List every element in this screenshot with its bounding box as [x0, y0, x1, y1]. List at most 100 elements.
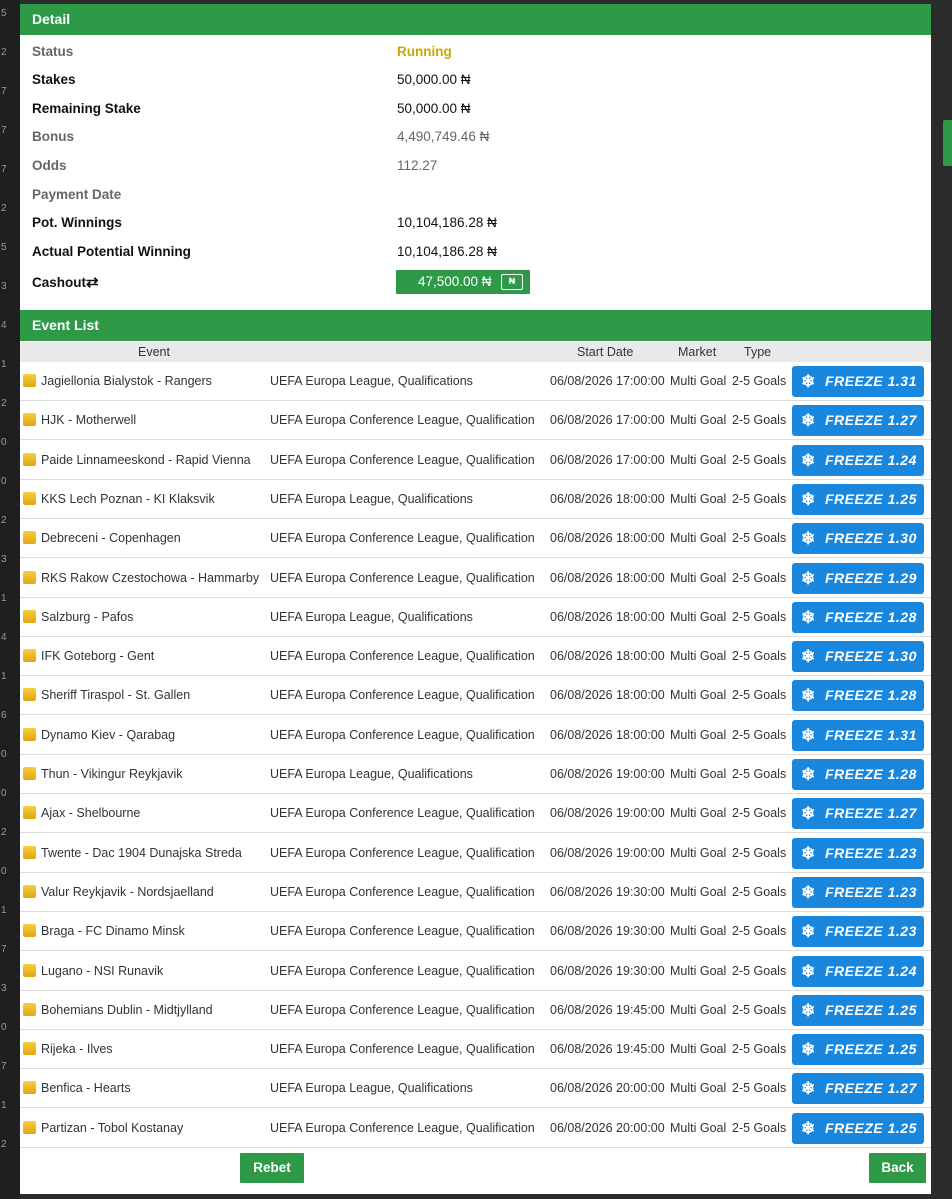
freeze-button[interactable]: ❄ FREEZE 1.25 [792, 1112, 924, 1144]
scrollbar-thumb[interactable] [943, 120, 952, 166]
detail-label: Remaining Stake [32, 101, 141, 116]
freeze-button[interactable]: ❄ FREEZE 1.27 [792, 1073, 924, 1105]
right-gutter [932, 0, 952, 1199]
event-row: Thun - Vikingur Reykjavik UEFA Europa Lea… [20, 755, 931, 794]
event-market: Multi Goal [670, 452, 727, 467]
event-market: Multi Goal [670, 924, 727, 939]
cashout-button[interactable]: 47,500.00 ₦ ₦ [396, 270, 530, 294]
event-type: 2-5 Goals [732, 452, 787, 467]
snowflake-icon: ❄ [801, 450, 816, 470]
gutter-digit: 1 [1, 671, 7, 682]
status-value: Running [397, 44, 452, 59]
event-name: RKS Rakow Czestochowa - Hammarby [41, 570, 260, 585]
freeze-button[interactable]: ❄ FREEZE 1.25 [792, 483, 924, 515]
freeze-button[interactable]: ❄ FREEZE 1.27 [792, 405, 924, 437]
event-name: Benfica - Hearts [41, 1081, 131, 1096]
gutter-digit: 4 [1, 632, 7, 643]
freeze-button[interactable]: ❄ FREEZE 1.23 [792, 837, 924, 869]
gutter-digit: 7 [1, 164, 7, 175]
freeze-button[interactable]: ❄ FREEZE 1.31 [792, 366, 924, 397]
snowflake-icon: ❄ [801, 489, 816, 509]
event-type: 2-5 Goals [732, 1120, 787, 1135]
gutter-digit: 5 [1, 8, 7, 19]
back-button[interactable]: Back [869, 1153, 926, 1183]
freeze-button[interactable]: ❄ FREEZE 1.23 [792, 876, 924, 908]
event-market: Multi Goal [670, 1081, 727, 1096]
event-competition: UEFA Europa Conference League, Qualifica… [270, 963, 535, 978]
event-start-date: 06/08/2026 17:00:00 [550, 452, 665, 467]
event-name: Salzburg - Pafos [41, 609, 134, 624]
freeze-label: FREEZE 1.25 [825, 1119, 917, 1136]
freeze-label: FREEZE 1.28 [825, 608, 917, 625]
freeze-label: FREEZE 1.23 [825, 844, 917, 861]
freeze-button[interactable]: ❄ FREEZE 1.30 [792, 523, 924, 555]
event-name: IFK Goteborg - Gent [41, 649, 155, 664]
event-name: Thun - Vikingur Reykjavik [41, 767, 183, 781]
event-market: Multi Goal [670, 531, 727, 546]
event-row: Valur Reykjavik - Nordsjaelland UEFA Euro… [20, 873, 931, 912]
freeze-button[interactable]: ❄ FREEZE 1.25 [792, 994, 924, 1026]
gutter-digit: 2 [1, 1139, 7, 1150]
event-start-date: 06/08/2026 19:45:00 [550, 1002, 665, 1017]
freeze-button[interactable]: ❄ FREEZE 1.29 [792, 562, 924, 594]
detail-value: 50,000.00 ₦ [397, 101, 471, 116]
gutter-digit: 3 [1, 281, 7, 292]
freeze-label: FREEZE 1.31 [825, 726, 917, 743]
event-type: 2-5 Goals [732, 884, 787, 899]
freeze-button[interactable]: ❄ FREEZE 1.25 [792, 1034, 924, 1066]
event-competition: UEFA Europa League, Qualifications [270, 767, 473, 781]
snowflake-icon: ❄ [801, 1040, 816, 1060]
rebet-button[interactable]: Rebet [240, 1153, 304, 1183]
freeze-label: FREEZE 1.27 [825, 805, 917, 822]
cash-icon: ₦ [501, 274, 523, 290]
event-flag-icon [23, 1120, 36, 1134]
event-flag-icon [23, 531, 36, 545]
event-type: 2-5 Goals [732, 727, 787, 742]
event-name: Paide Linnameeskond - Rapid Vienna [41, 452, 251, 467]
freeze-button[interactable]: ❄ FREEZE 1.28 [792, 759, 924, 790]
event-list-header: Event List [20, 310, 931, 341]
gutter-digit: 3 [1, 983, 7, 994]
freeze-button[interactable]: ❄ FREEZE 1.24 [792, 955, 924, 987]
freeze-button[interactable]: ❄ FREEZE 1.30 [792, 641, 924, 673]
snowflake-icon: ❄ [801, 882, 816, 902]
event-row: Jagiellonia Bialystok - Rangers UEFA Euro… [20, 362, 931, 401]
event-flag-icon [23, 767, 36, 780]
freeze-button[interactable]: ❄ FREEZE 1.28 [792, 601, 924, 633]
snowflake-icon: ❄ [801, 607, 816, 627]
freeze-label: FREEZE 1.23 [825, 883, 917, 900]
gutter-digit: 0 [1, 1022, 7, 1033]
event-flag-icon [23, 1002, 36, 1016]
event-name: HJK - Motherwell [41, 413, 137, 428]
event-row: Partizan - Tobol Kostanay UEFA Europa Con… [20, 1109, 931, 1148]
freeze-button[interactable]: ❄ FREEZE 1.27 [792, 798, 924, 830]
freeze-label: FREEZE 1.24 [825, 451, 917, 468]
event-name: Rijeka - Ilves [41, 1042, 113, 1057]
event-name: Partizan - Tobol Kostanay [41, 1120, 184, 1135]
event-start-date: 06/08/2026 19:45:00 [550, 1042, 665, 1057]
event-type: 2-5 Goals [732, 570, 787, 585]
refresh-icon[interactable]: ⇄ [86, 274, 99, 291]
event-market: Multi Goal [670, 374, 727, 388]
column-event: Event [138, 345, 170, 359]
event-row: Sheriff Tiraspol - St. Gallen UEFA Europa… [20, 676, 931, 716]
event-name: Lugano - NSI Runavik [41, 963, 164, 978]
freeze-button[interactable]: ❄ FREEZE 1.28 [792, 680, 924, 712]
detail-label: Stakes [32, 72, 76, 87]
event-type: 2-5 Goals [732, 1081, 787, 1096]
event-competition: UEFA Europa Conference League, Qualifica… [270, 845, 535, 860]
freeze-button[interactable]: ❄ FREEZE 1.31 [792, 719, 924, 751]
event-name: Valur Reykjavik - Nordsjaelland [41, 884, 214, 899]
event-row: Lugano - NSI Runavik UEFA Europa Conferen… [20, 952, 931, 991]
freeze-label: FREEZE 1.25 [825, 1001, 917, 1018]
freeze-button[interactable]: ❄ FREEZE 1.23 [792, 916, 924, 948]
event-market: Multi Goal [670, 649, 727, 664]
freeze-button[interactable]: ❄ FREEZE 1.24 [792, 444, 924, 476]
gutter-digit: 2 [1, 515, 7, 526]
event-competition: UEFA Europa League, Qualifications [270, 609, 473, 624]
event-market: Multi Goal [670, 688, 727, 703]
event-flag-icon [23, 570, 36, 584]
detail-value: 10,104,186.28 ₦ [397, 215, 497, 230]
event-start-date: 06/08/2026 18:00:00 [550, 570, 665, 585]
event-flag-icon [23, 452, 36, 466]
